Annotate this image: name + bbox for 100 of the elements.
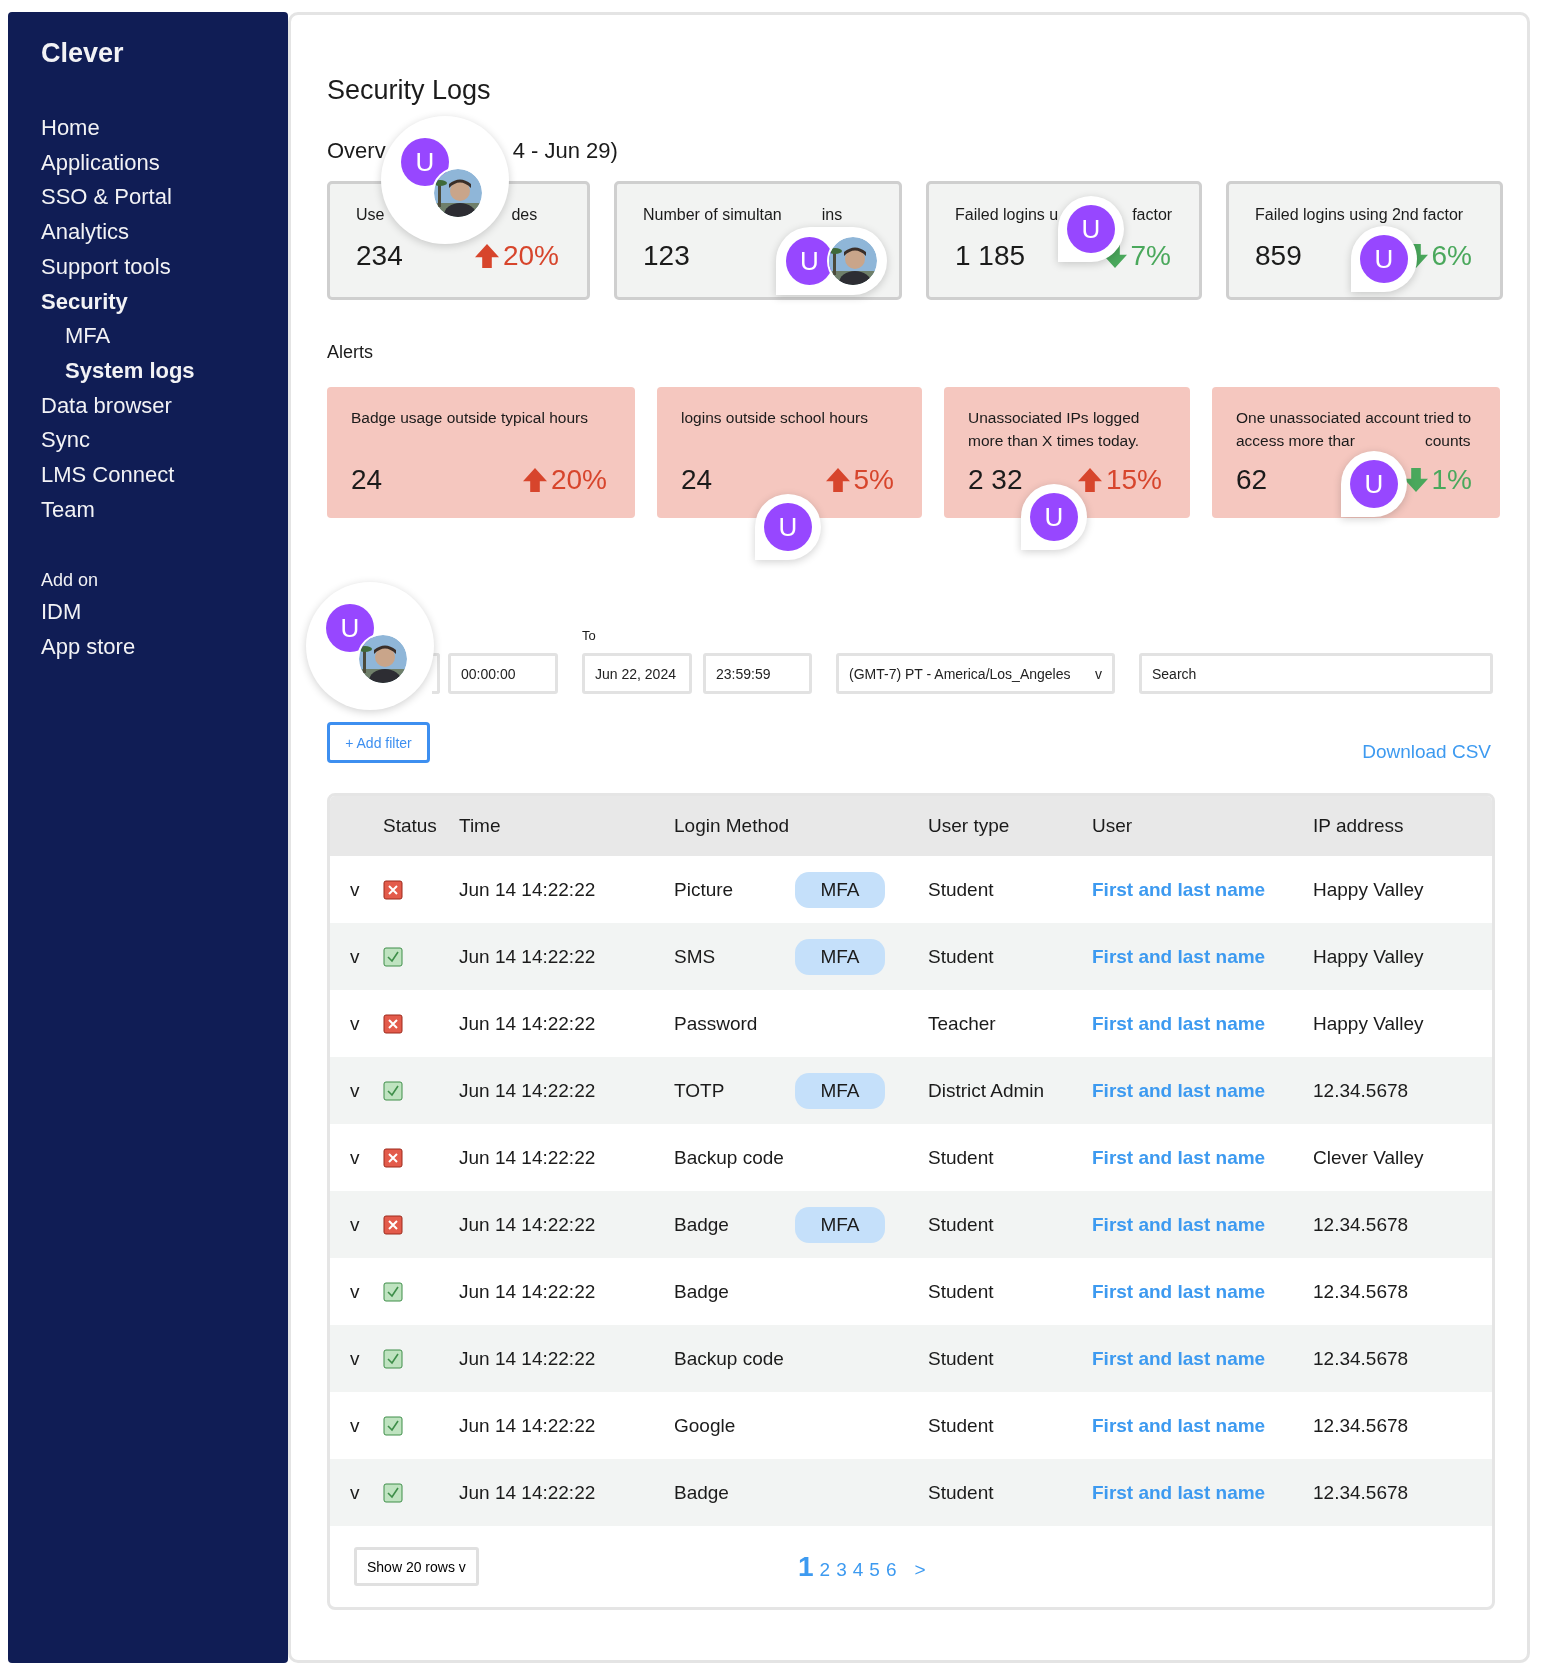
column-header: Time <box>459 815 502 837</box>
nav-item[interactable]: Sync <box>41 423 90 459</box>
change-percent: 20% <box>550 464 607 496</box>
nav-item[interactable]: System logs <box>65 353 195 389</box>
search-field[interactable]: Search <box>1139 653 1493 694</box>
input-field[interactable] <box>432 653 440 694</box>
expand-toggle[interactable]: v <box>330 878 383 901</box>
avatar: U <box>1067 205 1115 253</box>
table-cell-text: Student <box>928 1414 995 1437</box>
table-cell-text: Jun 14 14:22:22 <box>459 1481 597 1504</box>
nav-item[interactable]: Team <box>41 492 95 528</box>
comment-pin[interactable]: U <box>306 582 434 710</box>
timezone-select[interactable]: (GMT-7) PT - America/Los_Angeles v <box>836 653 1115 694</box>
nav-item[interactable]: Home <box>41 111 100 146</box>
table-cell-text: Jun 14 14:22:22 <box>459 1146 597 1169</box>
nav-item[interactable]: Security <box>41 284 128 320</box>
table-cell-text: Jun 14 14:22:22 <box>459 1079 597 1102</box>
expand-toggle[interactable]: v <box>330 1146 383 1169</box>
nav-item[interactable]: LMS Connect <box>41 458 175 493</box>
nav-item[interactable]: App store <box>41 630 136 665</box>
stat-label: factor <box>1132 205 1173 225</box>
table-cell-text: Jun 14 14:22:22 <box>459 1012 597 1035</box>
table-cell-text: Student <box>928 1280 995 1303</box>
mfa-tag: MFA <box>795 938 885 975</box>
input-field[interactable]: Jun 22, 2024 <box>582 653 692 694</box>
alert-label: more than X times today. <box>968 431 1140 451</box>
nav-item[interactable]: Applications <box>41 145 160 181</box>
comment-pin[interactable]: U <box>776 227 887 295</box>
expand-toggle[interactable]: v <box>330 1481 383 1504</box>
nav-item[interactable]: IDM <box>41 595 82 631</box>
table-cell-text: Backup code <box>674 1347 785 1370</box>
input-field[interactable]: 00:00:00 <box>448 653 558 694</box>
expand-toggle[interactable]: v <box>330 1280 383 1303</box>
expand-toggle[interactable]: v <box>330 1213 383 1236</box>
table-cell-text: SMS <box>674 945 717 968</box>
table-cell-text: Password <box>674 1012 759 1035</box>
table-cell-text: 12.34.5678 <box>1313 1280 1410 1303</box>
table-cell-text: District Admin <box>928 1079 1046 1102</box>
nav-item[interactable]: Support tools <box>41 249 171 285</box>
table-cell-text: TOTP <box>674 1079 726 1102</box>
mfa-tag: MFA <box>795 1072 885 1109</box>
alert-value: 2 32 <box>968 464 1023 496</box>
section-title: 4 - Jun 29) <box>512 137 618 165</box>
expand-toggle[interactable]: v <box>330 1079 383 1102</box>
comment-pin[interactable]: U <box>755 494 821 560</box>
alert-label: Unassociated IPs logged <box>968 408 1140 428</box>
stat-label: ins <box>821 205 843 225</box>
column-header: Login Method <box>674 815 791 837</box>
stat-value: 1 185 <box>955 240 1026 272</box>
change-percent: 15% <box>1105 464 1162 496</box>
stat-label: Failed logins u <box>955 205 1059 225</box>
stat-value: 859 <box>1255 240 1302 272</box>
table-cell-text: Jun 14 14:22:22 <box>459 1414 597 1437</box>
input-field[interactable]: 23:59:59 <box>703 653 812 694</box>
alert-label: counts <box>1424 431 1471 451</box>
comment-pin[interactable]: U <box>1021 484 1087 550</box>
expand-toggle[interactable]: v <box>330 1012 383 1035</box>
table-cell-text: 12.34.5678 <box>1313 1213 1410 1236</box>
change-percent: 7% <box>1130 240 1171 272</box>
table-cell-text: Clever Valley <box>1313 1146 1425 1169</box>
stat-label: Failed logins using 2nd factor <box>1255 205 1464 225</box>
expand-toggle[interactable]: v <box>330 1347 383 1370</box>
avatar: U <box>326 604 374 652</box>
table-cell-text: 12.34.5678 <box>1313 1481 1410 1504</box>
table-cell-text: Google <box>674 1414 737 1437</box>
column-header: IP address <box>1313 815 1405 837</box>
page-title: Security Logs <box>327 74 492 107</box>
rows-per-page-select[interactable]: Show 20 rows v <box>354 1547 479 1586</box>
change-percent: 6% <box>1431 240 1472 272</box>
table-cell-text: Badge <box>674 1213 730 1236</box>
alert-label: access more thar <box>1236 431 1355 451</box>
table-cell-text: 12.34.5678 <box>1313 1347 1410 1370</box>
change-percent: 1% <box>1431 464 1472 496</box>
stat-value: 123 <box>643 240 690 272</box>
avatar: U <box>401 138 449 186</box>
expand-toggle[interactable]: v <box>330 1414 383 1437</box>
table-cell-text: Jun 14 14:22:22 <box>459 1213 597 1236</box>
change-percent: 5% <box>853 464 894 496</box>
table-cell-text: Jun 14 14:22:22 <box>459 945 597 968</box>
table-cell-text: Student <box>928 878 995 901</box>
nav-item[interactable]: Analytics <box>41 215 130 250</box>
nav-item[interactable]: Data browser <box>41 388 172 424</box>
table-cell-text: Jun 14 14:22:22 <box>459 1347 597 1370</box>
avatar: U <box>1350 460 1398 508</box>
alert-label: logins outside school hours <box>681 408 868 428</box>
table-cell-text: Happy Valley <box>1313 878 1425 901</box>
table-cell-text: Happy Valley <box>1313 945 1425 968</box>
table-cell-text: Student <box>928 1213 995 1236</box>
column-header: Status <box>383 815 438 837</box>
alert-value: 24 <box>681 464 713 496</box>
table-cell-text: Jun 14 14:22:22 <box>459 1280 597 1303</box>
mfa-tag: MFA <box>795 1206 885 1243</box>
nav-item[interactable]: MFA <box>65 319 111 354</box>
field-label: To <box>582 628 596 643</box>
table-cell-text: Teacher <box>928 1012 997 1035</box>
nav-item[interactable]: SSO & Portal <box>41 180 172 216</box>
mfa-tag: MFA <box>795 871 885 908</box>
section-heading: Add on <box>41 569 99 593</box>
expand-toggle[interactable]: v <box>330 945 383 968</box>
table-cell-text: Student <box>928 1146 995 1169</box>
